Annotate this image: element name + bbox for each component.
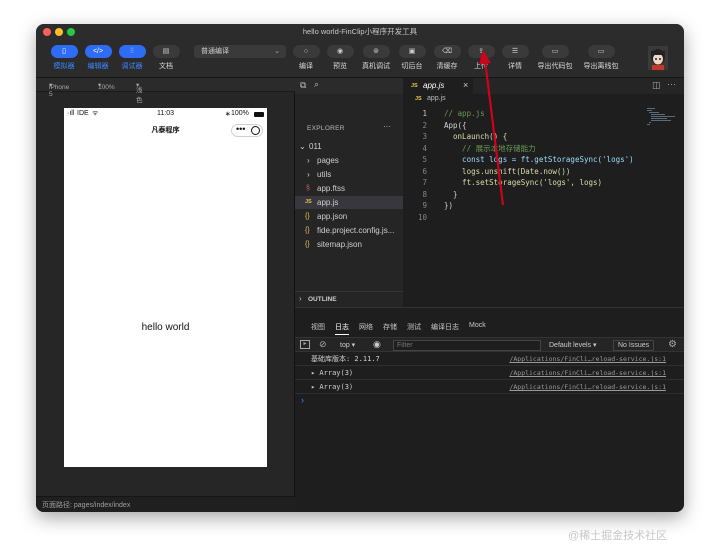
annotation-arrow — [479, 50, 505, 206]
arrow-head — [479, 50, 491, 64]
arrow-line — [483, 59, 505, 206]
watermark-text: @稀土掘金技术社区 — [568, 530, 668, 542]
